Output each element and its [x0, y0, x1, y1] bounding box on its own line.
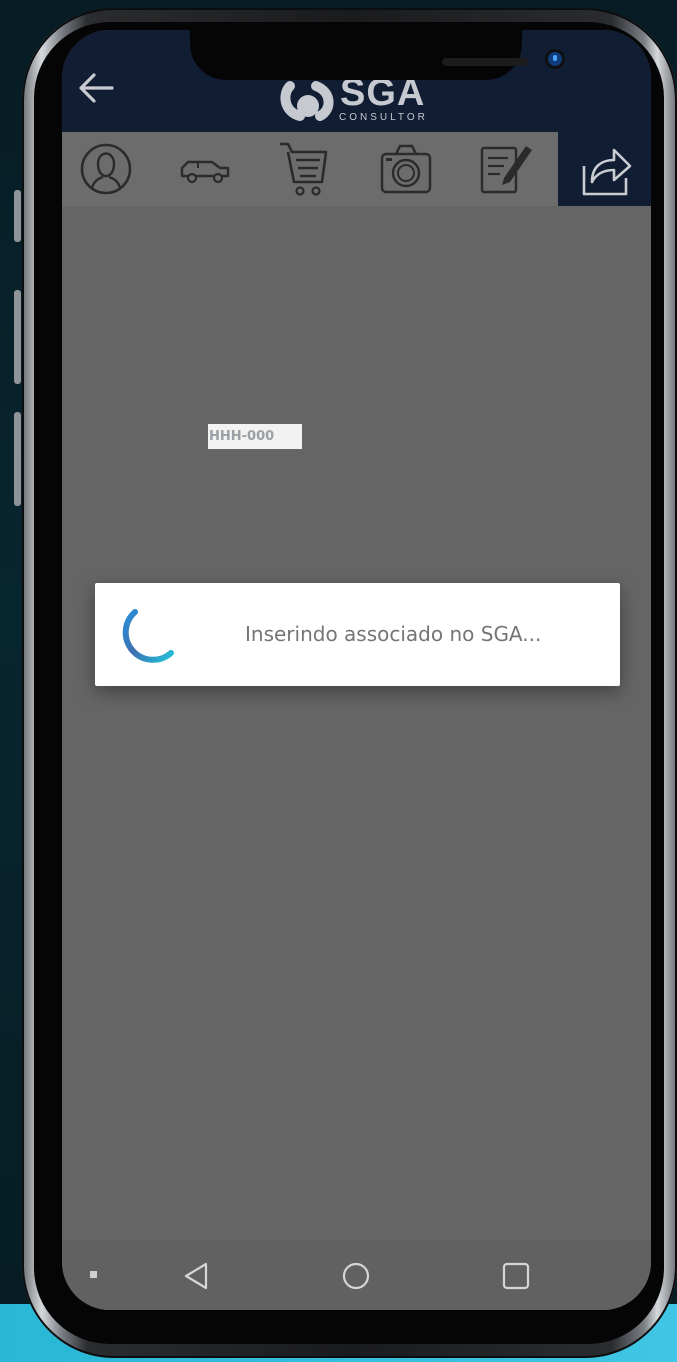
nav-indicator-dot — [90, 1271, 97, 1278]
dialog-message: Inserindo associado no SGA... — [245, 622, 542, 646]
user-profile-icon[interactable] — [76, 138, 136, 200]
arrow-left-icon[interactable] — [76, 70, 116, 106]
camera-icon[interactable] — [376, 138, 436, 200]
phone-screen: SGA CONSULTOR HHH-000 Inserindo associad… — [62, 30, 651, 1310]
phone-side-button-volume-up — [14, 290, 21, 384]
car-icon[interactable] — [176, 138, 236, 200]
phone-speaker — [442, 58, 528, 66]
logo-subtext: CONSULTOR — [339, 112, 428, 123]
phone-notch — [190, 30, 562, 80]
share-icon — [582, 148, 632, 196]
nav-recents-icon[interactable] — [499, 1260, 533, 1292]
share-button[interactable] — [558, 132, 651, 206]
app-header: SGA CONSULTOR — [62, 30, 651, 132]
progress-dialog: Inserindo associado no SGA... — [95, 583, 620, 686]
nav-back-icon[interactable] — [180, 1260, 214, 1292]
android-navigation-bar — [62, 1240, 651, 1310]
shopping-cart-icon[interactable] — [276, 138, 336, 200]
loading-spinner-icon — [122, 609, 174, 663]
phone-side-button-volume-down — [14, 412, 21, 506]
nav-home-icon[interactable] — [339, 1260, 373, 1292]
step-toolbar — [62, 132, 558, 206]
vehicle-plate-label: HHH-000 — [208, 424, 302, 449]
phone-side-button-mute — [14, 190, 21, 242]
edit-document-icon[interactable] — [476, 138, 536, 200]
front-camera — [548, 52, 562, 66]
